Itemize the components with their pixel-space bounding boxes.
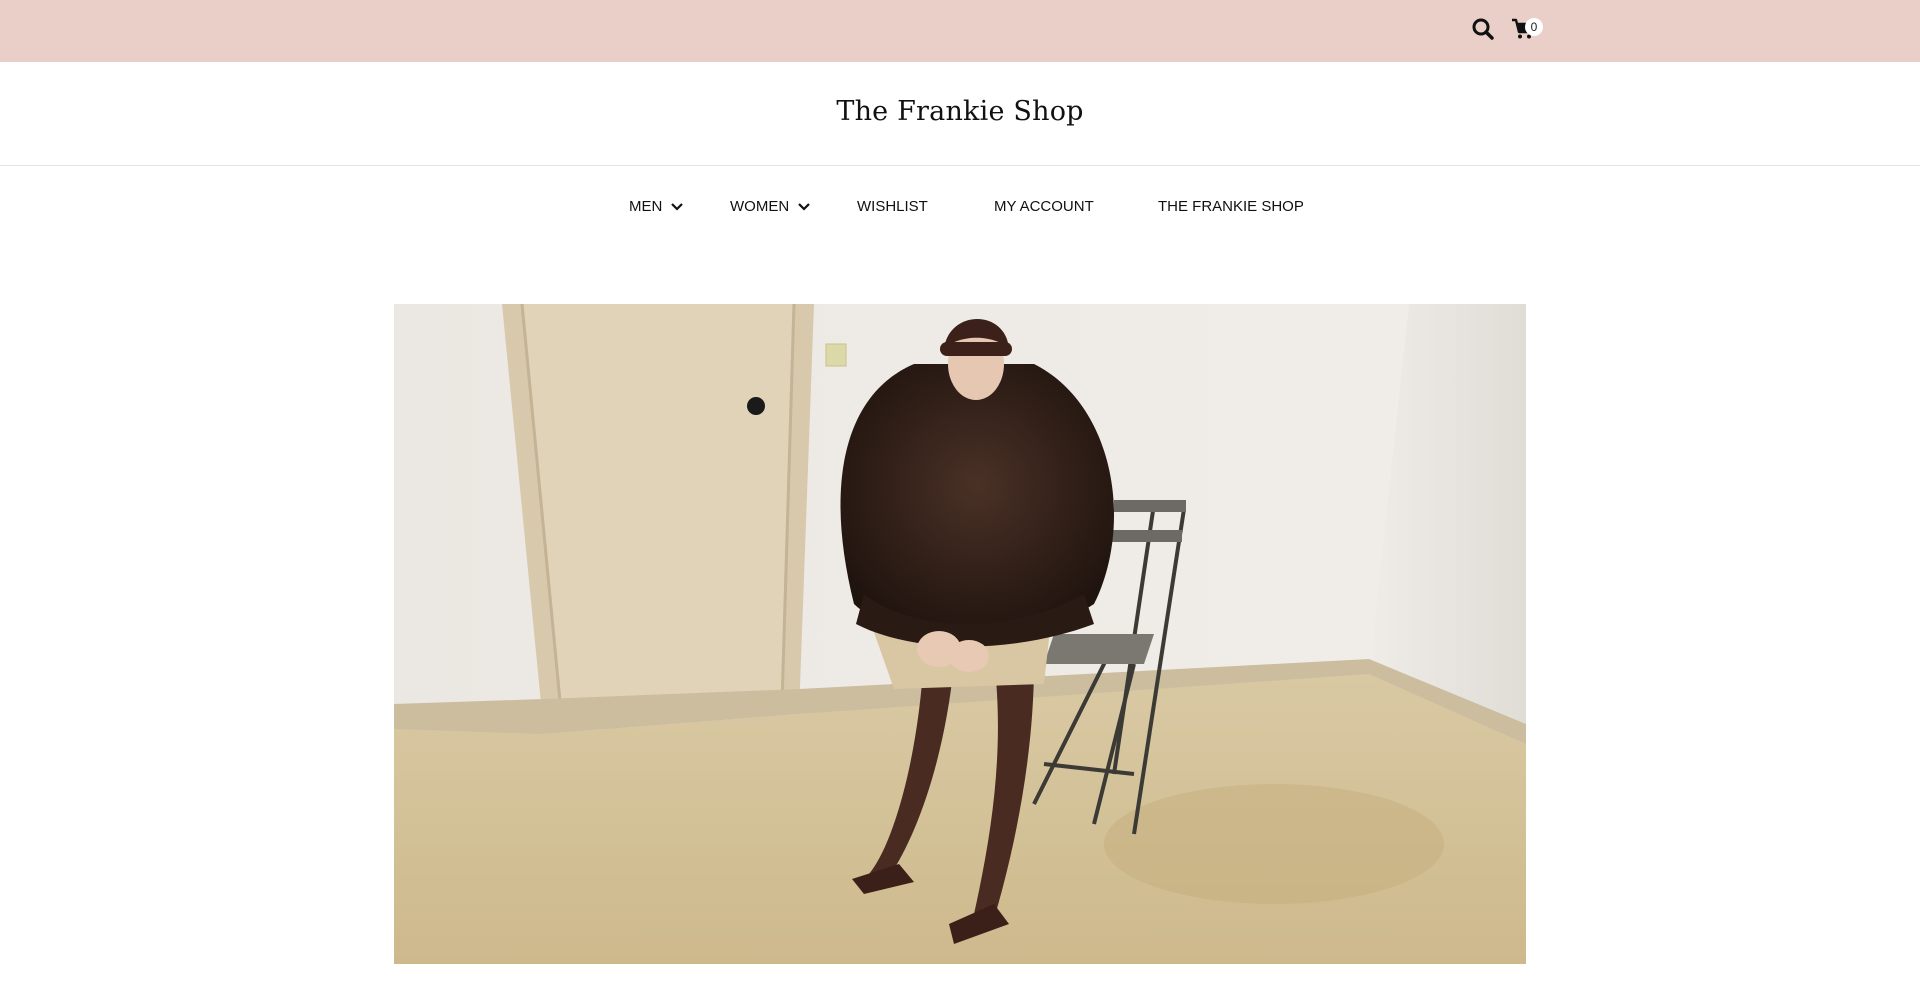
nav-item-label: THE FRANKIE SHOP	[1158, 198, 1304, 215]
nav-item-women[interactable]: WOMEN	[730, 198, 811, 215]
top-bar: 0	[0, 0, 1920, 62]
nav-item-men[interactable]: MEN	[629, 198, 684, 215]
chevron-down-icon	[671, 202, 684, 211]
main-nav: MEN WOMEN WISHLIST MY ACCOUNT THE FRANKI…	[0, 166, 1920, 248]
nav-item-label: MY ACCOUNT	[994, 198, 1094, 215]
search-icon[interactable]	[1470, 16, 1496, 42]
nav-item-label: WOMEN	[730, 198, 790, 215]
brand-header: The Frankie Shop	[0, 62, 1920, 166]
nav-item-label: WISHLIST	[857, 198, 928, 215]
brand-logo[interactable]: The Frankie Shop	[0, 96, 1920, 127]
nav-item-label: MEN	[629, 198, 663, 215]
nav-item-my-account[interactable]: MY ACCOUNT	[994, 198, 1094, 215]
cart-count-badge: 0	[1525, 18, 1543, 36]
nav-item-wishlist[interactable]: WISHLIST	[857, 198, 928, 215]
chevron-down-icon	[798, 202, 810, 211]
nav-item-the-frankie-shop[interactable]: THE FRANKIE SHOP	[1158, 198, 1304, 215]
model-in-fur-coat-photo	[394, 304, 1526, 964]
hero-image[interactable]	[394, 304, 1526, 964]
